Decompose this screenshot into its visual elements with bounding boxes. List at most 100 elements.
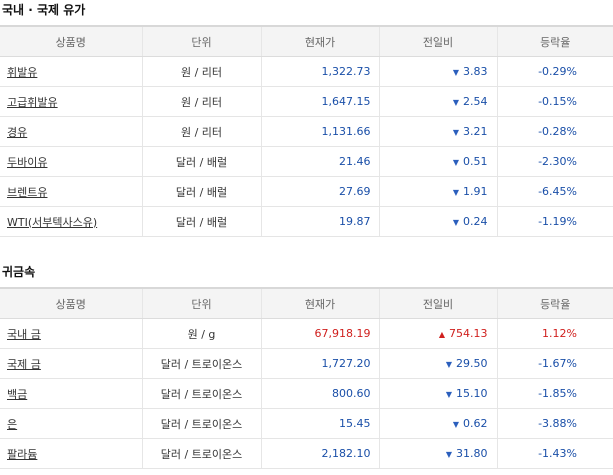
column-header-change: 전일비 [378,287,497,319]
change-cell: ▼ 0.24 [378,206,497,237]
product-name-cell: 브렌트유 [0,176,142,207]
current-price-cell: 19.87 [260,206,379,237]
product-name-link[interactable]: WTI(서부텍사스유) [7,216,97,229]
product-name-link[interactable]: 경유 [7,126,27,139]
current-price-cell: 15.45 [260,408,379,439]
unit-cell: 달러 / 배럴 [141,146,261,177]
column-header-price: 현재가 [260,25,379,57]
change-cell: ▼ 2.54 [378,86,497,117]
current-price-cell: 27.69 [260,176,379,207]
product-name-cell: 국내 금 [0,318,142,349]
change-cell: ▲ 754.13 [378,318,497,349]
unit-cell: 달러 / 트로이온스 [141,348,261,379]
change-rate-cell: -1.67% [496,348,613,379]
change-rate-cell: -2.30% [496,146,613,177]
table-row: 경유 원 / 리터 1,131.66 ▼ 3.21 -0.28% [0,116,613,147]
column-header-unit: 단위 [141,287,261,319]
change-rate-cell: -1.43% [496,438,613,469]
column-header-rate: 등락율 [496,287,613,319]
current-price-cell: 2,182.10 [260,438,379,469]
change-value: 3.21 [463,125,488,138]
table-row: 백금 달러 / 트로이온스 800.60 ▼ 15.10 -1.85% [0,378,613,409]
unit-cell: 달러 / 트로이온스 [141,408,261,439]
current-price-cell: 1,647.15 [260,86,379,117]
unit-cell: 원 / g [141,318,261,349]
change-value: 1.91 [463,185,488,198]
table-header-row: 상품명 단위 현재가 전일비 등락율 [0,287,613,319]
change-rate-cell: -0.15% [496,86,613,117]
product-name-link[interactable]: 국제 금 [7,358,41,371]
product-name-link[interactable]: 고급휘발유 [7,96,58,109]
table-row: 휘발유 원 / 리터 1,322.73 ▼ 3.83 -0.29% [0,56,613,87]
change-value: 0.24 [463,215,488,228]
product-name-link[interactable]: 브렌트유 [7,186,47,199]
product-name-cell: 두바이유 [0,146,142,177]
change-cell: ▼ 0.51 [378,146,497,177]
change-cell: ▼ 31.80 [378,438,497,469]
change-rate-cell: -6.45% [496,176,613,207]
table-header-row: 상품명 단위 현재가 전일비 등락율 [0,25,613,57]
change-value: 2.54 [463,95,488,108]
change-cell: ▼ 29.50 [378,348,497,379]
current-price-cell: 1,727.20 [260,348,379,379]
current-price-cell: 67,918.19 [260,318,379,349]
change-rate-cell: 1.12% [496,318,613,349]
triangle-down-icon: ▼ [452,420,459,429]
change-cell: ▼ 3.83 [378,56,497,87]
column-header-unit: 단위 [141,25,261,57]
oil-price-table: 상품명 단위 현재가 전일비 등락율 휘발유 원 / 리터 1,322.73 ▼ 3.8… [0,25,613,237]
change-rate-cell: -3.88% [496,408,613,439]
product-name-cell: 백금 [0,378,142,409]
triangle-down-icon: ▼ [445,360,452,369]
change-cell: ▼ 1.91 [378,176,497,207]
change-value: 754.13 [449,327,488,340]
table-row: 고급휘발유 원 / 리터 1,647.15 ▼ 2.54 -0.15% [0,86,613,117]
change-value: 0.62 [463,417,488,430]
product-name-cell: 국제 금 [0,348,142,379]
table-row: 국제 금 달러 / 트로이온스 1,727.20 ▼ 29.50 -1.67% [0,348,613,379]
change-cell: ▼ 0.62 [378,408,497,439]
change-value: 29.50 [456,357,488,370]
product-name-link[interactable]: 국내 금 [7,328,41,341]
triangle-up-icon: ▲ [438,330,445,339]
change-value: 15.10 [456,387,488,400]
unit-cell: 달러 / 배럴 [141,176,261,207]
table-row: WTI(서부텍사스유) 달러 / 배럴 19.87 ▼ 0.24 -1.19% [0,206,613,237]
change-cell: ▼ 3.21 [378,116,497,147]
change-rate-cell: -0.29% [496,56,613,87]
metal-section-title: 귀금속 [2,265,36,279]
unit-cell: 달러 / 트로이온스 [141,438,261,469]
change-value: 3.83 [463,65,488,78]
table-row: 은 달러 / 트로이온스 15.45 ▼ 0.62 -3.88% [0,408,613,439]
unit-cell: 원 / 리터 [141,86,261,117]
product-name-link[interactable]: 백금 [7,388,27,401]
triangle-down-icon: ▼ [445,450,452,459]
product-name-link[interactable]: 휘발유 [7,66,37,79]
triangle-down-icon: ▼ [445,390,452,399]
change-rate-cell: -1.19% [496,206,613,237]
triangle-down-icon: ▼ [452,188,459,197]
unit-cell: 달러 / 배럴 [141,206,261,237]
column-header-change: 전일비 [378,25,497,57]
product-name-cell: 고급휘발유 [0,86,142,117]
current-price-cell: 1,131.66 [260,116,379,147]
change-value: 0.51 [463,155,488,168]
product-name-link[interactable]: 두바이유 [7,156,47,169]
metal-price-table: 상품명 단위 현재가 전일비 등락율 국내 금 원 / g 67,918.19 ▲ 75… [0,287,613,469]
column-header-name: 상품명 [0,287,142,319]
change-rate-cell: -0.28% [496,116,613,147]
oil-section-title: 국내 · 국제 유가 [2,3,86,17]
change-rate-cell: -1.85% [496,378,613,409]
triangle-down-icon: ▼ [452,218,459,227]
product-name-cell: 팔라듐 [0,438,142,469]
table-row: 두바이유 달러 / 배럴 21.46 ▼ 0.51 -2.30% [0,146,613,177]
change-value: 31.80 [456,447,488,460]
unit-cell: 원 / 리터 [141,116,261,147]
triangle-down-icon: ▼ [452,98,459,107]
product-name-link[interactable]: 은 [7,418,17,431]
product-name-link[interactable]: 팔라듐 [7,448,37,461]
column-header-name: 상품명 [0,25,142,57]
triangle-down-icon: ▼ [452,68,459,77]
current-price-cell: 1,322.73 [260,56,379,87]
product-name-cell: WTI(서부텍사스유) [0,206,142,237]
